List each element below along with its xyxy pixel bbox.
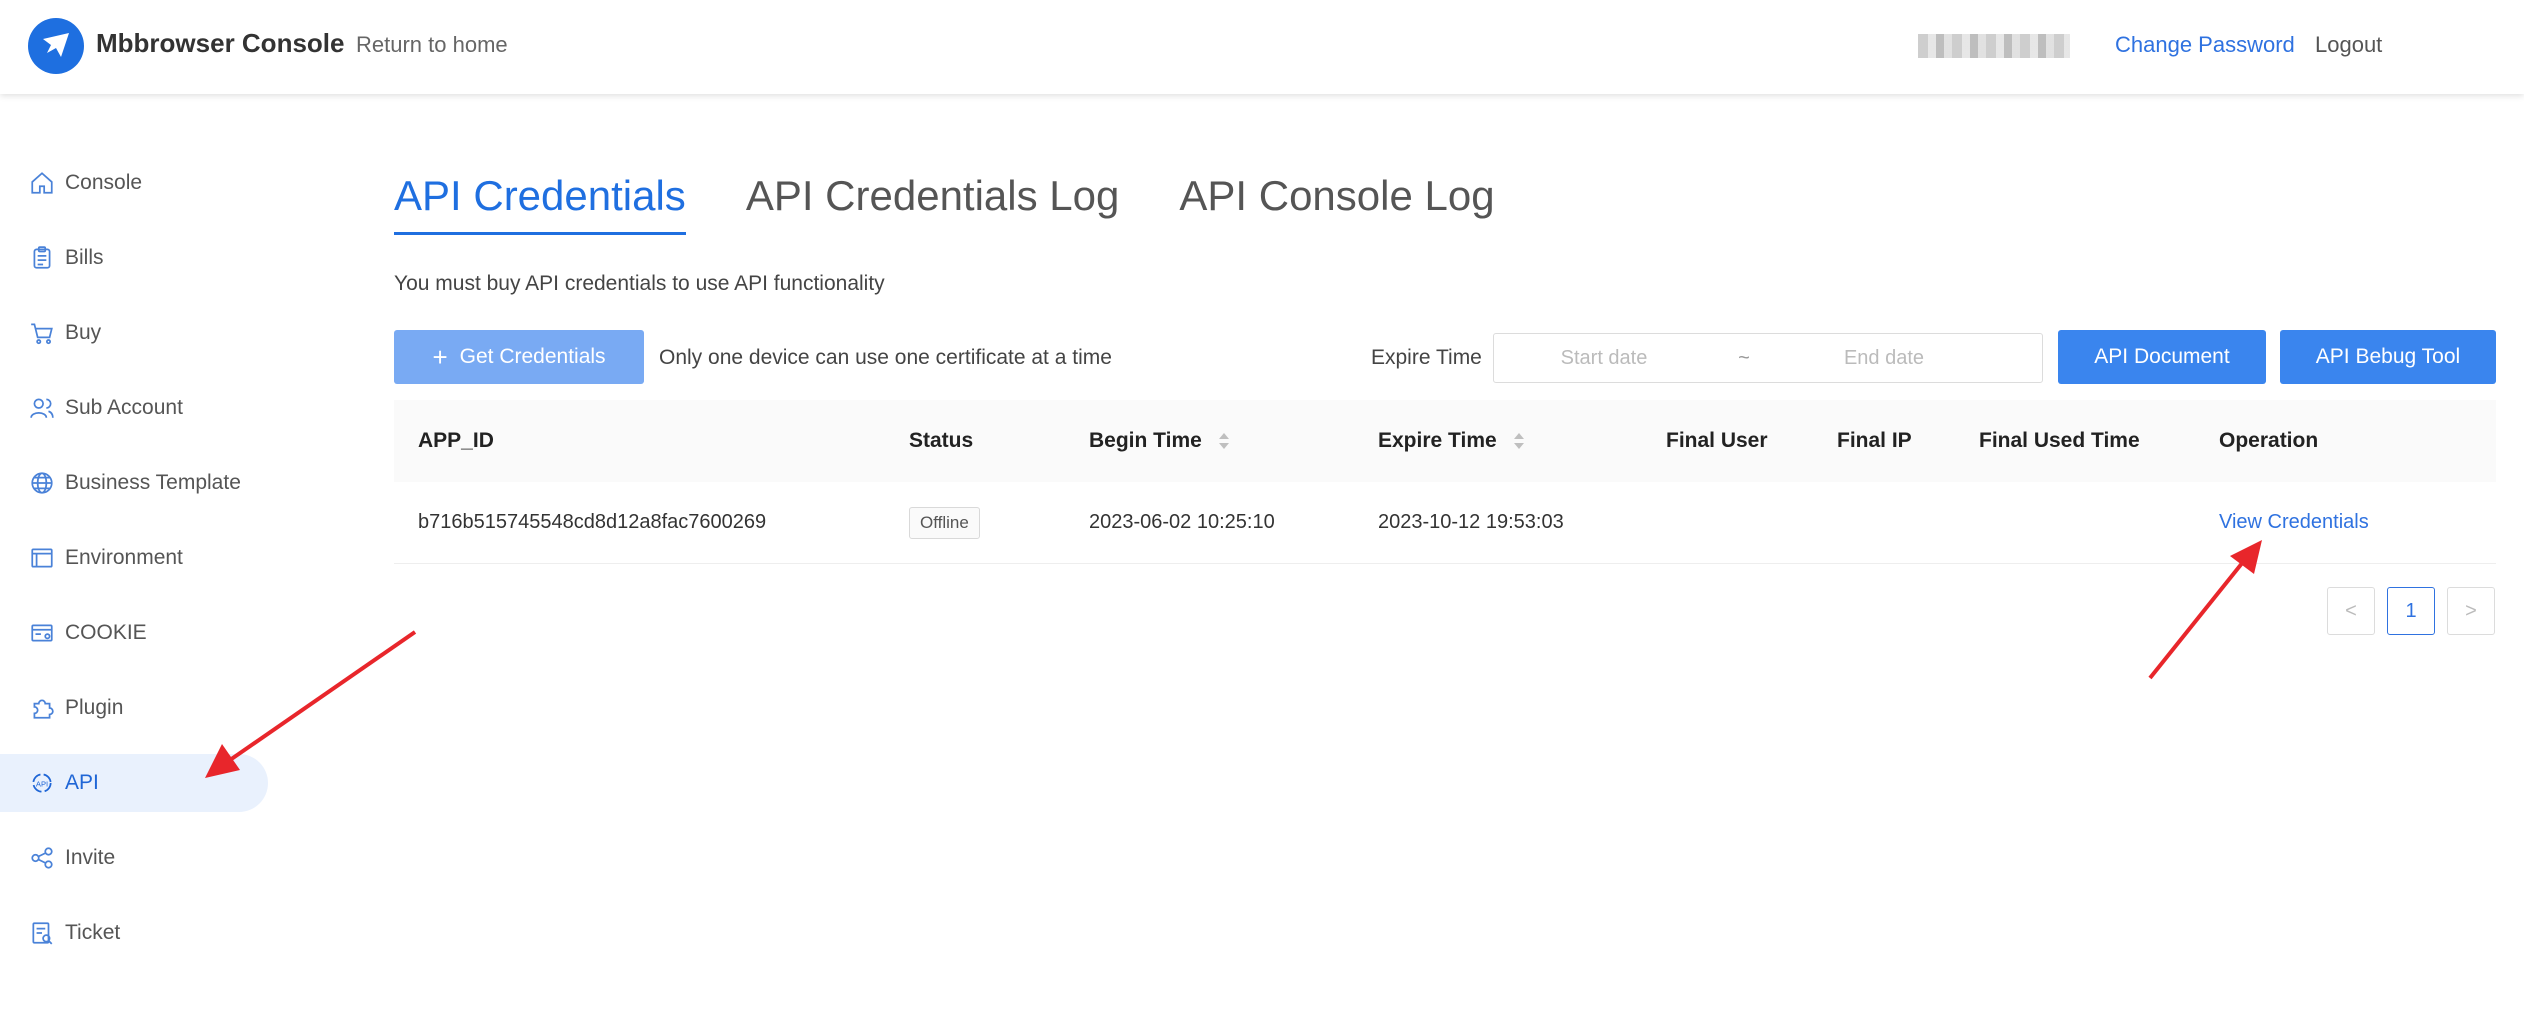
cookie-card-icon <box>28 619 56 647</box>
sidebar-item-label: Plugin <box>65 696 124 719</box>
change-password-link[interactable]: Change Password <box>2115 32 2295 58</box>
credentials-table: APP_ID Status Begin Time Expire Time Fin… <box>394 400 2496 564</box>
cell-app-id: b716b515745548cd8d12a8fac7600269 <box>418 511 767 533</box>
pagination-prev-button[interactable]: < <box>2327 587 2375 635</box>
sidebar-item-label: Console <box>65 171 143 194</box>
tab-api-credentials[interactable]: API Credentials <box>394 172 686 235</box>
sidebar-item-sub-account[interactable]: Sub Account <box>0 379 268 437</box>
sort-icon[interactable] <box>1513 431 1525 451</box>
pagination-next-button[interactable]: > <box>2447 587 2495 635</box>
column-header-app-id: APP_ID <box>418 429 494 452</box>
svg-text:API: API <box>36 779 48 788</box>
brand-title: Mbbrowser Console <box>96 28 345 58</box>
tab-api-console-log[interactable]: API Console Log <box>1179 172 1494 235</box>
tab-bar: API Credentials API Credentials Log API … <box>394 172 1495 235</box>
column-header-label: Begin Time <box>1089 429 1202 452</box>
sidebar-item-label: Bills <box>65 246 104 269</box>
get-credentials-label: Get Credentials <box>459 345 606 368</box>
api-icon: API <box>28 769 56 797</box>
sidebar: Console Bills Buy Sub Account Business T… <box>0 94 280 1034</box>
user-account-blurred <box>1918 34 2070 58</box>
sidebar-item-business-template[interactable]: Business Template <box>0 454 268 512</box>
mbbrowser-logo-icon[interactable] <box>28 18 84 74</box>
sidebar-item-bills[interactable]: Bills <box>0 229 268 287</box>
return-to-home-link[interactable]: Return to home <box>356 32 508 58</box>
column-header-final-used-time: Final Used Time <box>1979 429 2140 452</box>
sidebar-item-label: COOKIE <box>65 621 147 644</box>
api-debug-tool-button[interactable]: API Bebug Tool <box>2280 330 2496 384</box>
table-header-row: APP_ID Status Begin Time Expire Time Fin… <box>394 400 2496 482</box>
table-row: b716b515745548cd8d12a8fac7600269 Offline… <box>394 482 2496 564</box>
column-header-status: Status <box>909 429 974 452</box>
sidebar-item-invite[interactable]: Invite <box>0 829 268 887</box>
expire-date-range-picker[interactable]: ~ <box>1493 333 2043 383</box>
puzzle-icon <box>28 694 56 722</box>
globe-icon <box>28 469 56 497</box>
home-icon <box>28 169 56 197</box>
device-limit-note: Only one device can use one certificate … <box>659 346 1112 369</box>
status-badge: Offline <box>909 506 980 539</box>
sidebar-item-environment[interactable]: Environment <box>0 529 268 587</box>
sort-icon[interactable] <box>1218 431 1230 451</box>
clipboard-icon <box>28 244 56 272</box>
ticket-icon <box>28 919 56 947</box>
sidebar-item-label: Invite <box>65 846 116 869</box>
sidebar-item-label: API <box>65 771 99 794</box>
top-header: Mbbrowser Console Return to home Change … <box>0 0 2524 94</box>
api-purchase-notice: You must buy API credentials to use API … <box>394 272 885 295</box>
end-date-input[interactable] <box>1774 346 1994 370</box>
column-header-final-user: Final User <box>1666 429 1768 452</box>
cell-begin-time: 2023-06-02 10:25:10 <box>1089 511 1275 533</box>
sidebar-item-label: Sub Account <box>65 396 183 419</box>
column-header-label: Expire Time <box>1378 429 1497 452</box>
api-document-button[interactable]: API Document <box>2058 330 2266 384</box>
cell-expire-time: 2023-10-12 19:53:03 <box>1378 511 1564 533</box>
column-header-operation: Operation <box>2219 429 2319 452</box>
share-icon <box>28 844 56 872</box>
sidebar-item-plugin[interactable]: Plugin <box>0 679 268 737</box>
start-date-input[interactable] <box>1494 346 1714 370</box>
sidebar-item-console[interactable]: Console <box>0 154 268 212</box>
sidebar-item-label: Business Template <box>65 471 241 494</box>
plus-icon: + <box>432 341 448 372</box>
view-credentials-link[interactable]: View Credentials <box>2219 511 2369 534</box>
column-header-expire-time[interactable]: Expire Time <box>1378 429 1525 453</box>
column-header-begin-time[interactable]: Begin Time <box>1089 429 1230 453</box>
sidebar-item-api[interactable]: API API <box>0 754 268 812</box>
cart-icon <box>28 319 56 347</box>
get-credentials-button[interactable]: + Get Credentials <box>394 330 644 384</box>
sidebar-item-ticket[interactable]: Ticket <box>0 904 268 962</box>
window-icon <box>28 544 56 572</box>
column-header-final-ip: Final IP <box>1837 429 1912 452</box>
logout-link[interactable]: Logout <box>2315 32 2382 58</box>
pagination-page-1[interactable]: 1 <box>2387 587 2435 635</box>
sidebar-item-label: Buy <box>65 321 102 344</box>
sidebar-item-label: Ticket <box>65 921 121 944</box>
sidebar-item-label: Environment <box>65 546 183 569</box>
date-range-separator: ~ <box>1738 346 1750 369</box>
expire-time-filter-label: Expire Time <box>1371 346 1482 369</box>
tab-api-credentials-log[interactable]: API Credentials Log <box>746 172 1120 235</box>
sidebar-item-buy[interactable]: Buy <box>0 304 268 362</box>
users-icon <box>28 394 56 422</box>
sidebar-item-cookie[interactable]: COOKIE <box>0 604 268 662</box>
